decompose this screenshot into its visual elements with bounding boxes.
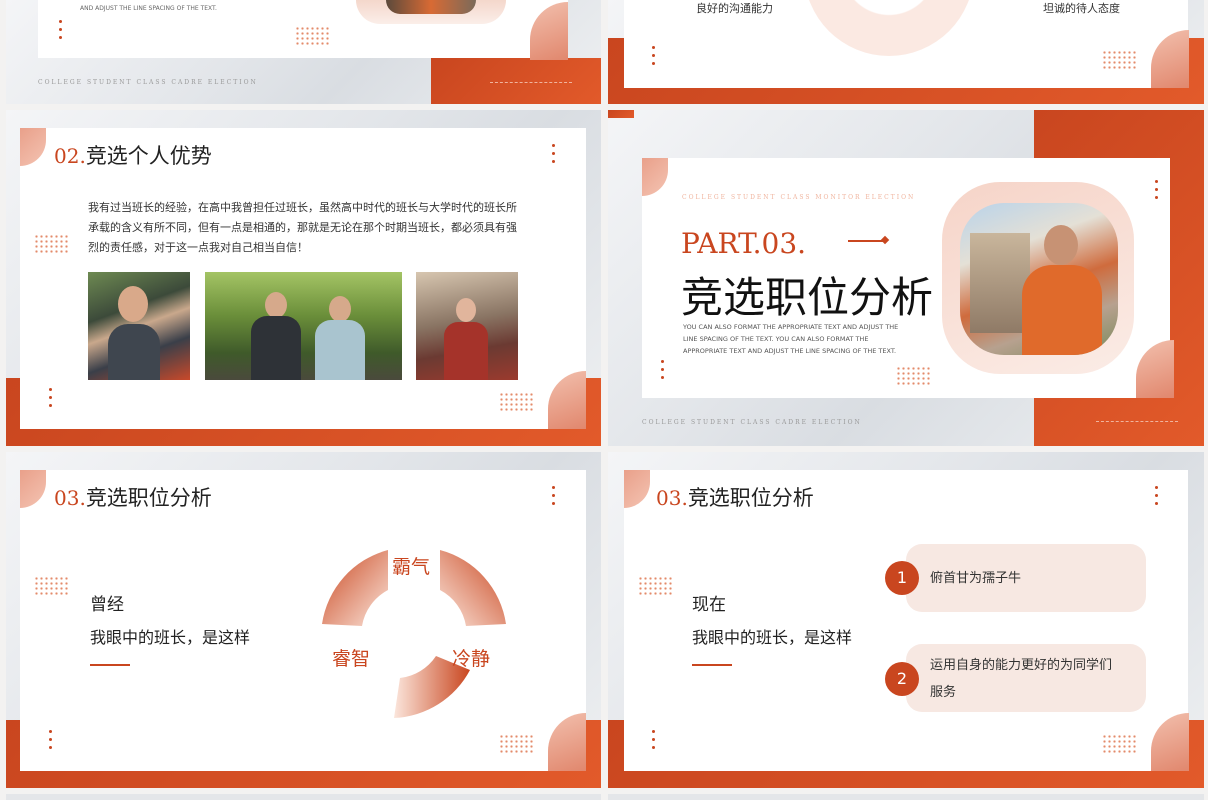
menu-dots-icon[interactable] bbox=[49, 388, 53, 410]
dot-grid-decoration bbox=[638, 576, 672, 596]
footer-caption: COLLEGE STUDENT CLASS CADRE ELECTION bbox=[642, 419, 862, 426]
menu-dots-icon[interactable] bbox=[49, 730, 53, 752]
dot-grid-decoration bbox=[34, 576, 68, 596]
list-item-1-text: 俯首甘为孺子牛 bbox=[930, 571, 1022, 586]
slide-personal-advantage[interactable]: 02.竞选个人优势 我有过当班长的经验，在高中我曾担任过班长，虽然高中时代的班长… bbox=[6, 110, 601, 446]
accent-bar-small bbox=[608, 110, 634, 118]
menu-dots-icon[interactable] bbox=[661, 360, 665, 382]
part-label: PART.03. bbox=[681, 227, 807, 260]
trait-label-right: 冷静 bbox=[452, 648, 491, 670]
menu-dots-icon[interactable] bbox=[1155, 486, 1159, 508]
trait-right: 坦诚的待人态度 bbox=[1043, 2, 1120, 15]
dashed-line bbox=[1096, 421, 1178, 422]
underline-decoration bbox=[692, 664, 732, 666]
trait-label-left: 睿智 bbox=[332, 648, 371, 670]
trait-left: 良好的沟通能力 bbox=[696, 2, 773, 15]
ring-segment-left bbox=[322, 550, 388, 626]
photo-student-orange-hoodie bbox=[960, 203, 1118, 355]
dot-grid-decoration bbox=[896, 366, 930, 386]
dashed-line bbox=[490, 82, 572, 83]
title-text: 竞选个人优势 bbox=[85, 144, 212, 168]
subheading-past: 我眼中的班长，是这样 bbox=[90, 628, 251, 647]
slide-top-left[interactable]: AND ADJUST THE LINE SPACING OF THE TEXT.… bbox=[6, 0, 601, 104]
section-number: 03. bbox=[656, 486, 688, 510]
caption-text: AND ADJUST THE LINE SPACING OF THE TEXT. bbox=[80, 5, 217, 12]
menu-dots-icon[interactable] bbox=[652, 46, 656, 68]
dot-grid-decoration bbox=[1102, 50, 1136, 70]
dot-grid-decoration bbox=[499, 392, 533, 412]
dot-grid-decoration bbox=[499, 734, 533, 754]
photo-students-group bbox=[416, 272, 518, 380]
menu-dots-icon[interactable] bbox=[59, 20, 63, 42]
section-number: 03. bbox=[54, 486, 86, 510]
trait-label-top: 霸气 bbox=[392, 556, 431, 578]
footer-caption: COLLEGE STUDENT CLASS CADRE ELECTION bbox=[38, 79, 258, 86]
section-number: 02. bbox=[54, 144, 86, 168]
next-slide-strip-left bbox=[6, 794, 601, 800]
dot-grid-decoration bbox=[34, 234, 68, 254]
accent-block bbox=[431, 58, 601, 104]
title-text: 竞选职位分析 bbox=[85, 486, 212, 510]
photo-students-walking bbox=[205, 272, 402, 380]
number-badge-1: 1 bbox=[885, 561, 919, 595]
menu-dots-icon[interactable] bbox=[552, 144, 556, 166]
slide-title: 03.竞选职位分析 bbox=[656, 482, 814, 512]
dot-grid-decoration bbox=[1102, 734, 1136, 754]
slide-part-03[interactable]: COLLEGE STUDENT CLASS MONITOR ELECTION P… bbox=[608, 110, 1204, 446]
slide-title: 02.竞选个人优势 bbox=[54, 140, 212, 170]
underline-decoration bbox=[90, 664, 130, 666]
content-card bbox=[624, 470, 1188, 771]
subheading-now: 我眼中的班长，是这样 bbox=[692, 628, 853, 647]
slide-top-right[interactable]: 良好的沟通能力 坦诚的待人态度 bbox=[608, 0, 1204, 104]
list-item-2-text: 运用自身的能力更好的为同学们服务 bbox=[930, 658, 1113, 700]
heading-now: 现在 bbox=[692, 595, 726, 615]
menu-dots-icon-right[interactable] bbox=[1155, 180, 1159, 202]
part-title: 竞选职位分析 bbox=[681, 273, 934, 322]
menu-dots-icon[interactable] bbox=[652, 730, 656, 752]
part-description: YOU CAN ALSO FORMAT THE APPROPRIATE TEXT… bbox=[683, 323, 899, 355]
advantage-paragraph: 我有过当班长的经验，在高中我曾担任过班长，虽然高中时代的班长与大学时代的班长所承… bbox=[88, 201, 517, 254]
photo-student-smiling bbox=[88, 272, 190, 380]
number-badge-2: 2 bbox=[885, 662, 919, 696]
ring-segment-right bbox=[440, 550, 506, 626]
menu-dots-icon[interactable] bbox=[552, 486, 556, 508]
slide-position-now[interactable]: 03.竞选职位分析 现在 我眼中的班长，是这样 1 俯首甘为孺子牛 2 运用自身… bbox=[608, 452, 1204, 788]
dot-grid-decoration bbox=[295, 26, 329, 46]
slide-position-past[interactable]: 03.竞选职位分析 曾经 我眼中的班长，是这样 霸气 睿智 冷静 bbox=[6, 452, 601, 788]
caption-top: COLLEGE STUDENT CLASS MONITOR ELECTION bbox=[682, 194, 916, 201]
title-text: 竞选职位分析 bbox=[687, 486, 814, 510]
student-photo bbox=[356, 0, 506, 24]
heading-past: 曾经 bbox=[90, 595, 124, 615]
next-slide-strip-right bbox=[608, 794, 1204, 800]
slide-title: 03.竞选职位分析 bbox=[54, 482, 212, 512]
